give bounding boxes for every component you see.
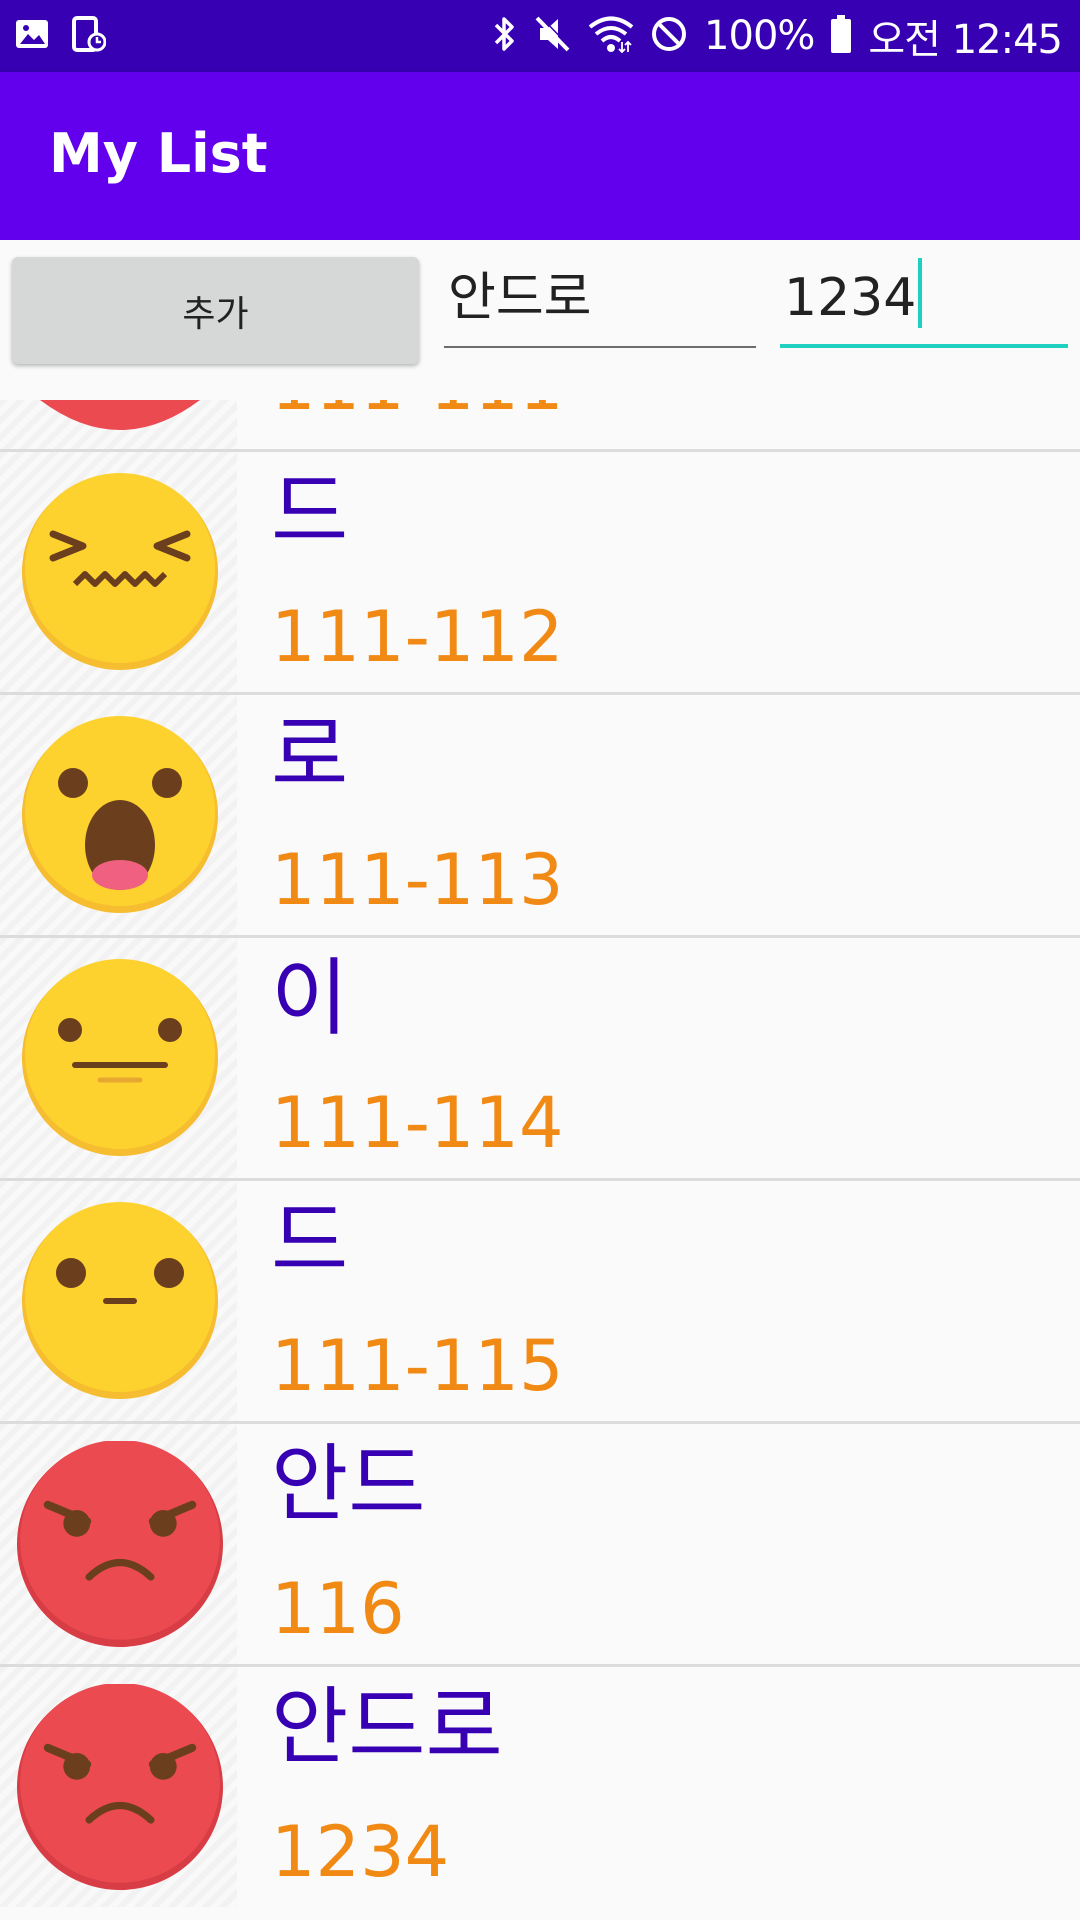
screenshot-icon [72, 16, 107, 56]
list-item[interactable]: 안드 116 [0, 1421, 1080, 1664]
item-phone: 116 [271, 1568, 405, 1650]
phone-field[interactable]: 1234 [780, 258, 1068, 348]
item-phone: 111-112 [271, 596, 564, 678]
expressionless-face-icon [22, 959, 218, 1156]
item-phone: 1234 [271, 1811, 450, 1893]
item-phone: 111-113 [271, 839, 564, 921]
item-name: 안드로 [271, 1678, 503, 1776]
gallery-icon [14, 16, 50, 56]
angry-face-icon [17, 1441, 223, 1647]
contact-list[interactable]: 111-111 드 111-112 [0, 400, 1080, 1920]
confounded-face-icon [22, 473, 218, 670]
list-item[interactable]: 안드로 1234 [0, 1664, 1080, 1907]
item-name: 안드 [271, 1435, 426, 1533]
angry-face-icon [40, 400, 200, 430]
blocked-icon [650, 15, 688, 57]
bluetooth-icon [492, 14, 518, 58]
mute-icon [534, 14, 572, 58]
battery-percent: 100% [704, 13, 815, 59]
list-item[interactable]: 로 111-113 [0, 692, 1080, 935]
item-name: 로 [271, 706, 349, 804]
list-item[interactable]: 이 111-114 [0, 935, 1080, 1178]
status-right-icons: 100% 오전 12:45 [492, 0, 1063, 72]
text-cursor [918, 258, 923, 328]
clock: 오전 12:45 [868, 17, 1063, 63]
item-phone: 111-115 [271, 1325, 564, 1407]
angry-face-icon [17, 1684, 223, 1890]
phone-field-value: 1234 [784, 268, 917, 328]
add-button[interactable]: 추가 [12, 257, 419, 364]
item-phone-partial: 111-111 [271, 400, 563, 430]
app-title: My List [49, 122, 268, 185]
name-field-value: 안드로 [448, 268, 592, 328]
item-name: 드 [271, 463, 349, 561]
list-item[interactable]: 드 111-115 [0, 1178, 1080, 1421]
status-bar: 100% 오전 12:45 [0, 0, 1080, 72]
wifi-icon [588, 14, 634, 58]
neutral-face-icon [22, 1202, 218, 1399]
input-row: 추가 안드로 1234 [0, 240, 1080, 400]
battery-icon [830, 14, 852, 58]
item-phone: 111-114 [271, 1082, 564, 1164]
list-item-partial[interactable]: 111-111 [0, 400, 1080, 452]
item-name: 드 [271, 1192, 349, 1290]
surprised-face-icon [22, 716, 218, 913]
app-bar: My List [0, 72, 1080, 240]
name-field[interactable]: 안드로 [444, 264, 756, 348]
list-item[interactable]: 드 111-112 [0, 449, 1080, 692]
status-left-icons [14, 14, 107, 58]
item-name: 이 [271, 949, 349, 1047]
